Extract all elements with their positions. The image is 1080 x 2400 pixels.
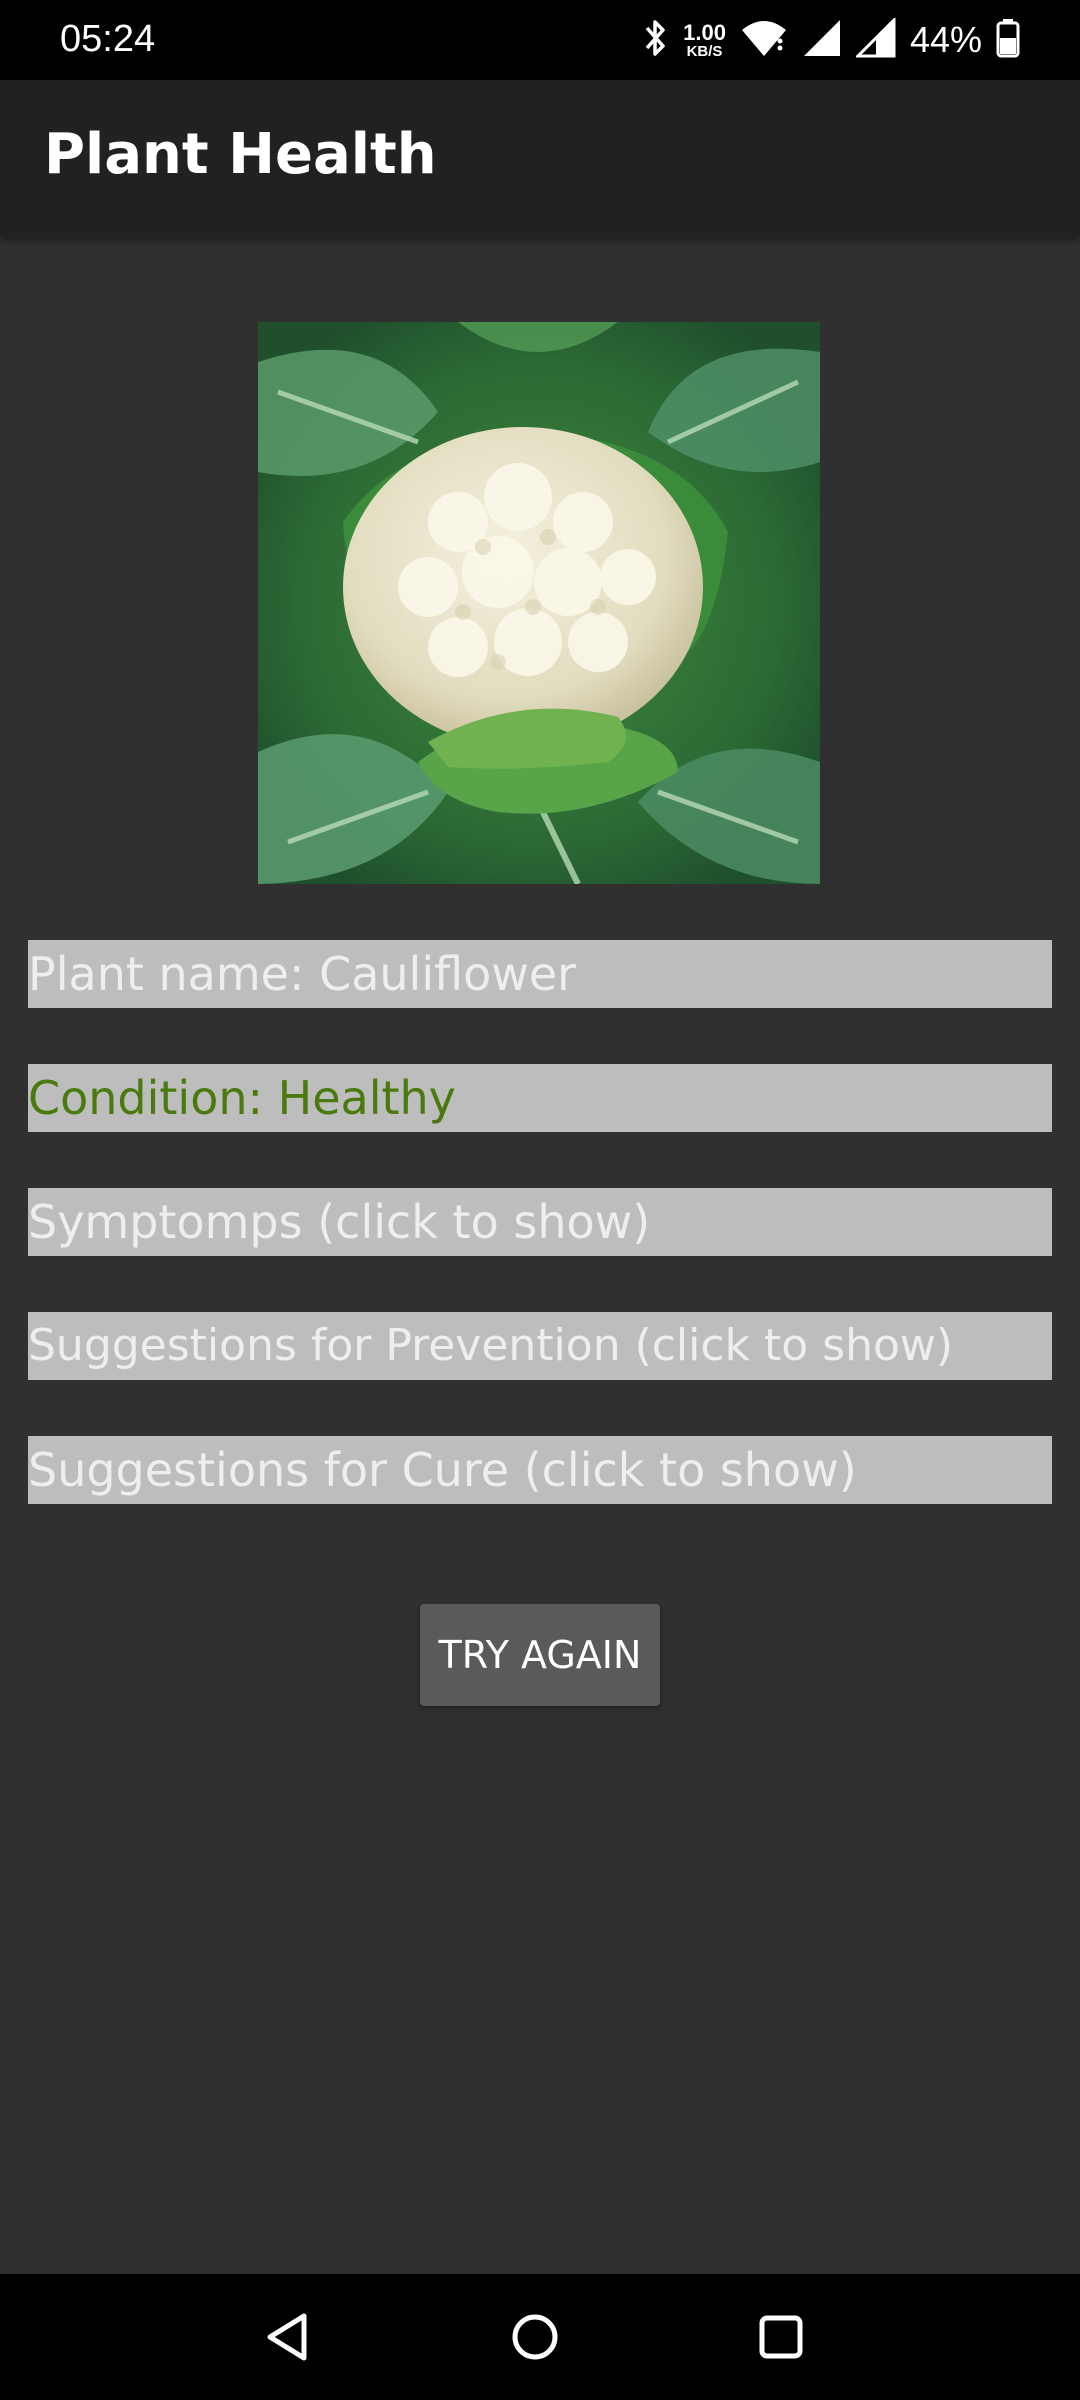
recents-icon[interactable]: [748, 2304, 814, 2370]
bluetooth-icon: [641, 18, 669, 62]
prevention-suggestions-toggle[interactable]: Suggestions for Prevention (click to sho…: [28, 1312, 1052, 1380]
battery-percent: 44%: [909, 19, 982, 60]
symptoms-toggle[interactable]: Symptomps (click to show): [28, 1188, 1052, 1256]
try-again-button[interactable]: TRY AGAIN: [420, 1604, 660, 1706]
battery-icon: [996, 18, 1020, 62]
status-icons: 1.00 KB/S 44%: [641, 14, 1020, 66]
status-bar: 05:24 1.00 KB/S 44%: [0, 0, 1080, 80]
network-speed-value: 1.00: [683, 19, 726, 45]
wifi-icon: [740, 18, 788, 62]
condition-label: Condition: Healthy: [28, 1064, 1052, 1132]
navigation-bar: [0, 2274, 1080, 2400]
cure-suggestions-toggle[interactable]: Suggestions for Cure (click to show): [28, 1436, 1052, 1504]
plant-name-label: Plant name: Cauliflower: [28, 940, 1052, 1008]
back-icon[interactable]: [256, 2304, 322, 2370]
network-speed-unit: KB/S: [686, 42, 723, 60]
app-bar: Plant Health: [0, 80, 1080, 237]
page-title: Plant Health: [44, 122, 437, 187]
status-time: 05:24: [60, 18, 156, 60]
signal-icon: [854, 16, 896, 62]
signal-icon: [802, 18, 842, 62]
home-icon[interactable]: [502, 2304, 568, 2370]
plant-photo: [258, 322, 820, 884]
app-screen: 05:24 1.00 KB/S 44% Plant Health Plant n…: [0, 0, 1080, 2400]
network-speed: 1.00 KB/S: [683, 19, 726, 60]
